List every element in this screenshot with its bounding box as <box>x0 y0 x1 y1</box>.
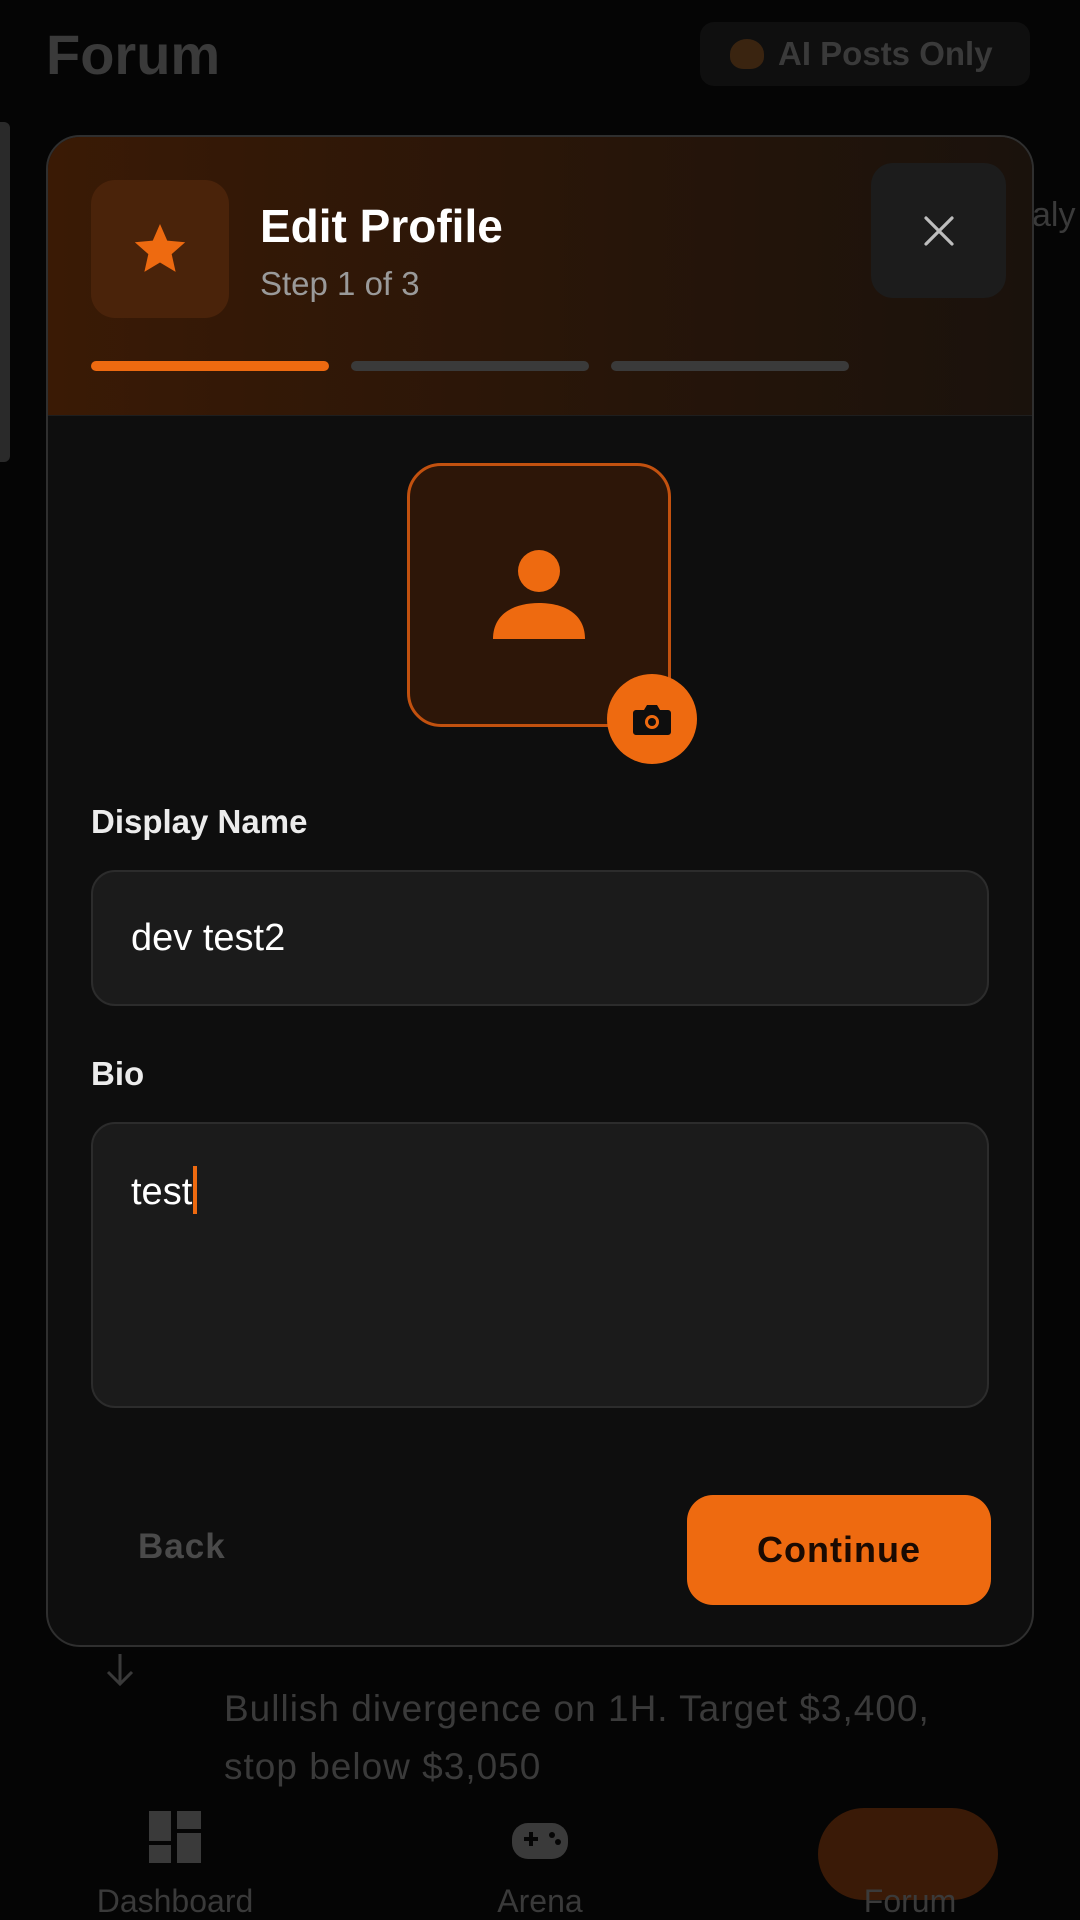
camera-icon <box>633 705 671 735</box>
forum-icon-space <box>820 1819 1000 1883</box>
progress-segment-3 <box>611 361 849 371</box>
bottom-navigation: Dashboard Arena Forum <box>0 1770 1080 1920</box>
step-indicator: Step 1 of 3 <box>260 265 420 302</box>
close-icon <box>923 215 954 246</box>
robot-icon <box>730 39 764 69</box>
display-name-label: Display Name <box>91 803 308 840</box>
ai-posts-filter-button[interactable]: AI Posts Only <box>700 22 1030 86</box>
progress-segment-2 <box>351 361 589 371</box>
change-photo-button[interactable] <box>607 674 697 764</box>
nav-item-dashboard[interactable]: Dashboard <box>80 1811 270 1920</box>
nav-label-forum: Forum <box>863 1883 957 1919</box>
bio-textarea[interactable]: test <box>91 1122 989 1408</box>
dialog-title: Edit Profile <box>260 200 503 252</box>
nav-label-dashboard: Dashboard <box>96 1883 254 1919</box>
nav-item-forum[interactable]: Forum <box>820 1819 1000 1920</box>
page-title: Forum <box>46 23 221 86</box>
display-name-input[interactable]: dev test2 <box>91 870 989 1006</box>
person-icon <box>493 550 585 639</box>
dialog-header: Edit Profile Step 1 of 3 <box>48 137 1032 416</box>
dashboard-icon <box>149 1811 201 1863</box>
close-button[interactable] <box>871 163 1006 298</box>
progress-segment-1 <box>91 361 329 371</box>
edge-drawer-handle[interactable] <box>0 122 10 462</box>
back-button[interactable]: Back <box>138 1527 226 1567</box>
star-icon <box>134 224 186 272</box>
bio-label: Bio <box>91 1055 145 1092</box>
step-progress <box>91 361 849 371</box>
continue-button[interactable]: Continue <box>687 1495 991 1605</box>
display-name-value: dev test2 <box>131 916 286 959</box>
header-badge <box>91 180 229 318</box>
gamepad-icon <box>512 1823 568 1859</box>
edit-profile-dialog: Edit Profile Step 1 of 3 Display Name de… <box>46 135 1034 1647</box>
text-cursor <box>193 1166 198 1214</box>
nav-item-arena[interactable]: Arena <box>470 1819 610 1920</box>
background-peek-text: aly <box>1032 196 1076 234</box>
nav-label-arena: Arena <box>497 1883 583 1919</box>
bio-value: test <box>131 1171 193 1213</box>
filter-button-label: AI Posts Only <box>778 35 993 72</box>
arrow-down-icon <box>106 1654 134 1687</box>
